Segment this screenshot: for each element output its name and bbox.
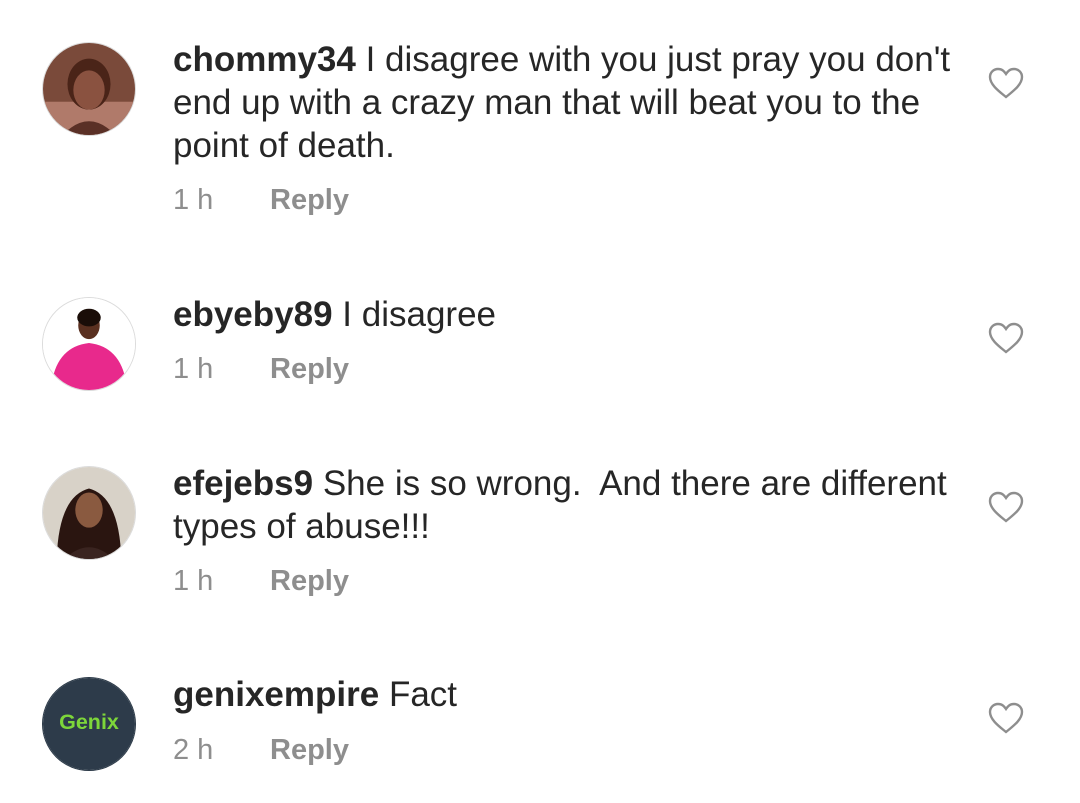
avatar[interactable]	[42, 42, 136, 136]
heart-icon[interactable]	[988, 491, 1024, 523]
comment-text: genixempire Fact	[173, 673, 963, 716]
genix-logo-text: Genix	[59, 710, 119, 734]
comment-text: efejebs9 She is so wrong. And there are …	[173, 462, 963, 548]
heart-icon[interactable]	[988, 322, 1024, 354]
reply-button[interactable]: Reply	[270, 734, 349, 767]
avatar[interactable]	[42, 466, 136, 560]
comment-body: I disagree	[342, 295, 497, 334]
heart-icon[interactable]	[988, 702, 1024, 734]
comment-text: chommy34 I disagree with you just pray y…	[173, 38, 963, 167]
comment-text: ebyeby89 I disagree	[173, 293, 963, 336]
username-link[interactable]: ebyeby89	[173, 295, 333, 334]
reply-button[interactable]: Reply	[270, 353, 349, 386]
avatar[interactable]	[42, 297, 136, 391]
comment-timestamp: 1 h	[173, 184, 214, 216]
reply-button[interactable]: Reply	[270, 565, 349, 598]
avatar[interactable]: Genix	[42, 677, 136, 771]
username-link[interactable]: efejebs9	[173, 464, 313, 503]
reply-button[interactable]: Reply	[270, 184, 349, 217]
comment-timestamp: 1 h	[173, 353, 214, 385]
username-link[interactable]: chommy34	[173, 40, 356, 79]
comment-timestamp: 2 h	[173, 734, 214, 766]
heart-icon[interactable]	[988, 67, 1024, 99]
username-link[interactable]: genixempire	[173, 675, 379, 714]
comment-body: Fact	[388, 675, 458, 714]
comment-timestamp: 1 h	[173, 565, 214, 597]
